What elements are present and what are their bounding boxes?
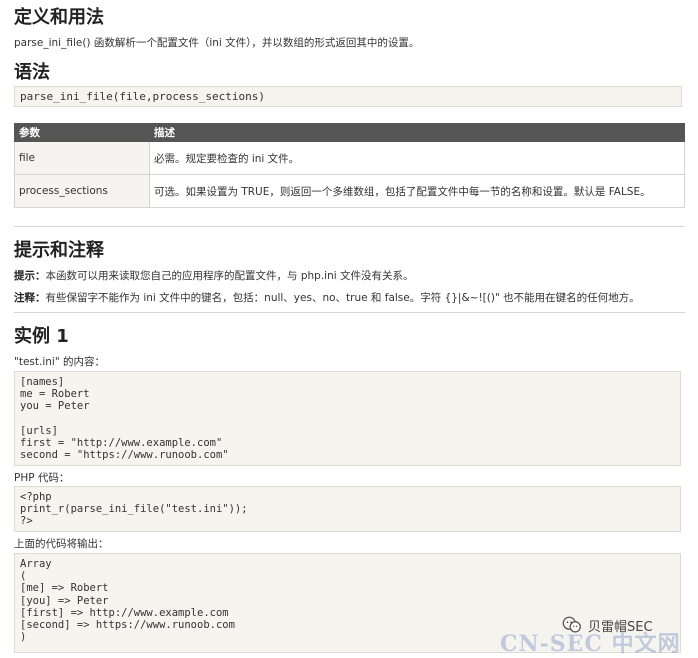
param-name: file: [14, 141, 150, 175]
note-label: 注释：: [14, 292, 46, 304]
tips-heading: 提示和注释: [14, 240, 104, 261]
syntax-code: parse_ini_file(file,process_sections): [14, 86, 682, 107]
syntax-heading: 语法: [14, 62, 50, 83]
note-text: 有些保留字不能作为 ini 文件中的键名，包括：null、yes、no、true…: [45, 292, 640, 304]
params-header-desc: 描述: [149, 123, 685, 142]
tip-text: 本函数可以用来读取您自己的应用程序的配置文件，与 php.ini 文件没有关系。: [45, 270, 414, 282]
ini-code-block: [names] me = Robert you = Peter [urls] f…: [14, 371, 681, 466]
definition-heading: 定义和用法: [14, 7, 104, 28]
page: 定义和用法 parse_ini_file() 函数解析一个配置文件（ini 文件…: [0, 0, 698, 657]
params-header-param: 参数: [14, 123, 150, 142]
note-line: 注释：有些保留字不能作为 ini 文件中的键名，包括：null、yes、no、t…: [14, 290, 640, 305]
divider: [14, 226, 685, 227]
params-table: 参数 描述 file 必需。规定要检查的 ini 文件。 process_sec…: [14, 123, 685, 208]
php-code-block: <?php print_r(parse_ini_file("test.ini")…: [14, 486, 681, 532]
param-name: process_sections: [14, 174, 150, 208]
ini-label: "test.ini" 的内容：: [14, 356, 105, 368]
table-row: process_sections 可选。如果设置为 TRUE，则返回一个多维数组…: [14, 174, 685, 208]
tip-line: 提示：本函数可以用来读取您自己的应用程序的配置文件，与 php.ini 文件没有…: [14, 268, 414, 283]
account-watermark: 贝雷帽SEC: [561, 614, 653, 636]
divider: [14, 312, 685, 313]
wechat-icon: [562, 616, 581, 633]
param-desc: 可选。如果设置为 TRUE，则返回一个多维数组，包括了配置文件中每一节的名称和设…: [149, 174, 685, 208]
tip-label: 提示：: [14, 270, 46, 282]
example-heading: 实例 1: [14, 326, 69, 347]
account-name: 贝雷帽SEC: [588, 619, 653, 635]
php-label: PHP 代码：: [14, 472, 70, 484]
definition-text: parse_ini_file() 函数解析一个配置文件（ini 文件），并以数组…: [14, 37, 420, 49]
table-row: file 必需。规定要检查的 ini 文件。: [14, 141, 685, 175]
output-label: 上面的代码将输出：: [14, 538, 109, 550]
param-desc: 必需。规定要检查的 ini 文件。: [149, 141, 685, 175]
